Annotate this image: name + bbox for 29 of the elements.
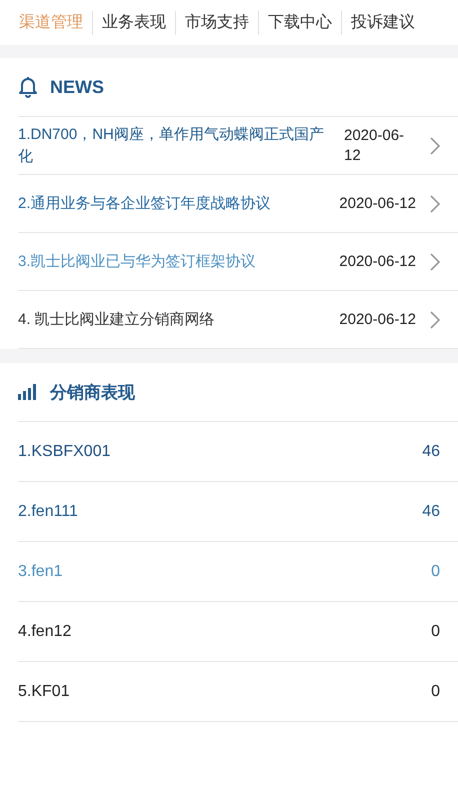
chevron-right-icon [430, 136, 440, 154]
section-title: 分销商表现 [50, 382, 135, 404]
distributor-value: 0 [431, 562, 440, 580]
distributor-name: 4.fen12 [18, 622, 72, 640]
chevron-right-icon [430, 252, 440, 270]
news-item[interactable]: 1.DN700，NH阀座，单作用气动蝶阀正式国产化 2020-06-12 [18, 117, 458, 175]
news-item[interactable]: 2.通用业务与各企业签订年度战略协议 2020-06-12 [18, 175, 458, 233]
chevron-right-icon [430, 310, 440, 328]
nav-tab[interactable]: 下载中心 [259, 12, 341, 33]
distributor-value: 0 [431, 622, 440, 640]
bar-chart-icon [18, 384, 38, 400]
distributor-value: 46 [422, 442, 440, 460]
news-date: 2020-06-12 [339, 310, 416, 330]
distributor-name: 1.KSBFX001 [18, 442, 112, 460]
nav-tab[interactable]: 投诉建议 [342, 12, 424, 33]
nav-tab[interactable]: 市场支持 [176, 12, 258, 33]
news-date: 2020-06-12 [344, 126, 406, 166]
distributor-name: 5.KF01 [18, 682, 71, 700]
distributor-value: 0 [431, 682, 440, 700]
news-date: 2020-06-12 [339, 194, 416, 214]
news-item[interactable]: 3.凯士比阀业已与华为签订框架协议 2020-06-12 [18, 233, 458, 291]
chevron-right-icon [430, 194, 440, 212]
news-date: 2020-06-12 [339, 252, 416, 272]
distributor-name: 3.fen1 [18, 562, 64, 580]
bell-icon [18, 76, 38, 98]
nav-tab[interactable]: 业务表现 [93, 12, 175, 33]
distributor-value: 46 [422, 502, 440, 520]
section-title: NEWS [50, 76, 104, 98]
distributor-name: 2.fen111 [18, 502, 79, 520]
